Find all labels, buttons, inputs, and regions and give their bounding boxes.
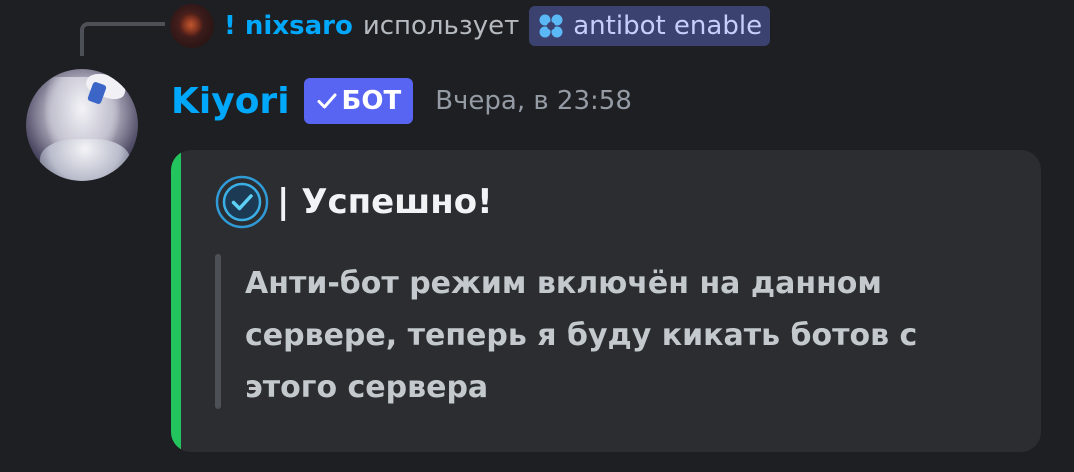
bot-tag: БОТ xyxy=(303,78,414,124)
check-icon xyxy=(317,93,337,109)
quote-bar xyxy=(215,254,221,409)
message-embed: | Успешно! Анти-бот режим включён на дан… xyxy=(171,150,1041,452)
embed-accent-bar xyxy=(171,150,181,452)
reply-action-text: использует xyxy=(362,11,520,41)
slash-command-name: antibot enable xyxy=(573,11,763,41)
author-username[interactable]: Kiyori xyxy=(171,81,290,122)
avatar-body xyxy=(40,139,130,181)
reply-reference[interactable]: ! nixsaro использует antibot enable xyxy=(170,2,771,50)
slash-command-icon xyxy=(539,14,563,38)
embed-description: Анти-бот режим включён на данном сервере… xyxy=(245,266,918,405)
author-avatar[interactable] xyxy=(26,69,138,181)
reply-username[interactable]: ! nixsaro xyxy=(224,11,353,41)
slash-command-pill[interactable]: antibot enable xyxy=(529,6,771,46)
reply-prefix: ! xyxy=(224,11,236,41)
embed-description-quote: Анти-бот режим включён на данном сервере… xyxy=(215,254,995,409)
bot-tag-label: БОТ xyxy=(341,86,402,116)
message-timestamp[interactable]: Вчера, в 23:58 xyxy=(435,86,632,116)
reply-avatar[interactable] xyxy=(170,4,214,48)
embed-title: | Успешно! xyxy=(277,182,493,222)
reply-connector xyxy=(80,22,165,56)
verified-check-icon xyxy=(215,175,269,229)
embed-title-row: | Успешно! xyxy=(215,175,493,229)
message-header: Kiyori БОТ Вчера, в 23:58 xyxy=(171,76,632,126)
reply-username-text: nixsaro xyxy=(244,11,353,41)
